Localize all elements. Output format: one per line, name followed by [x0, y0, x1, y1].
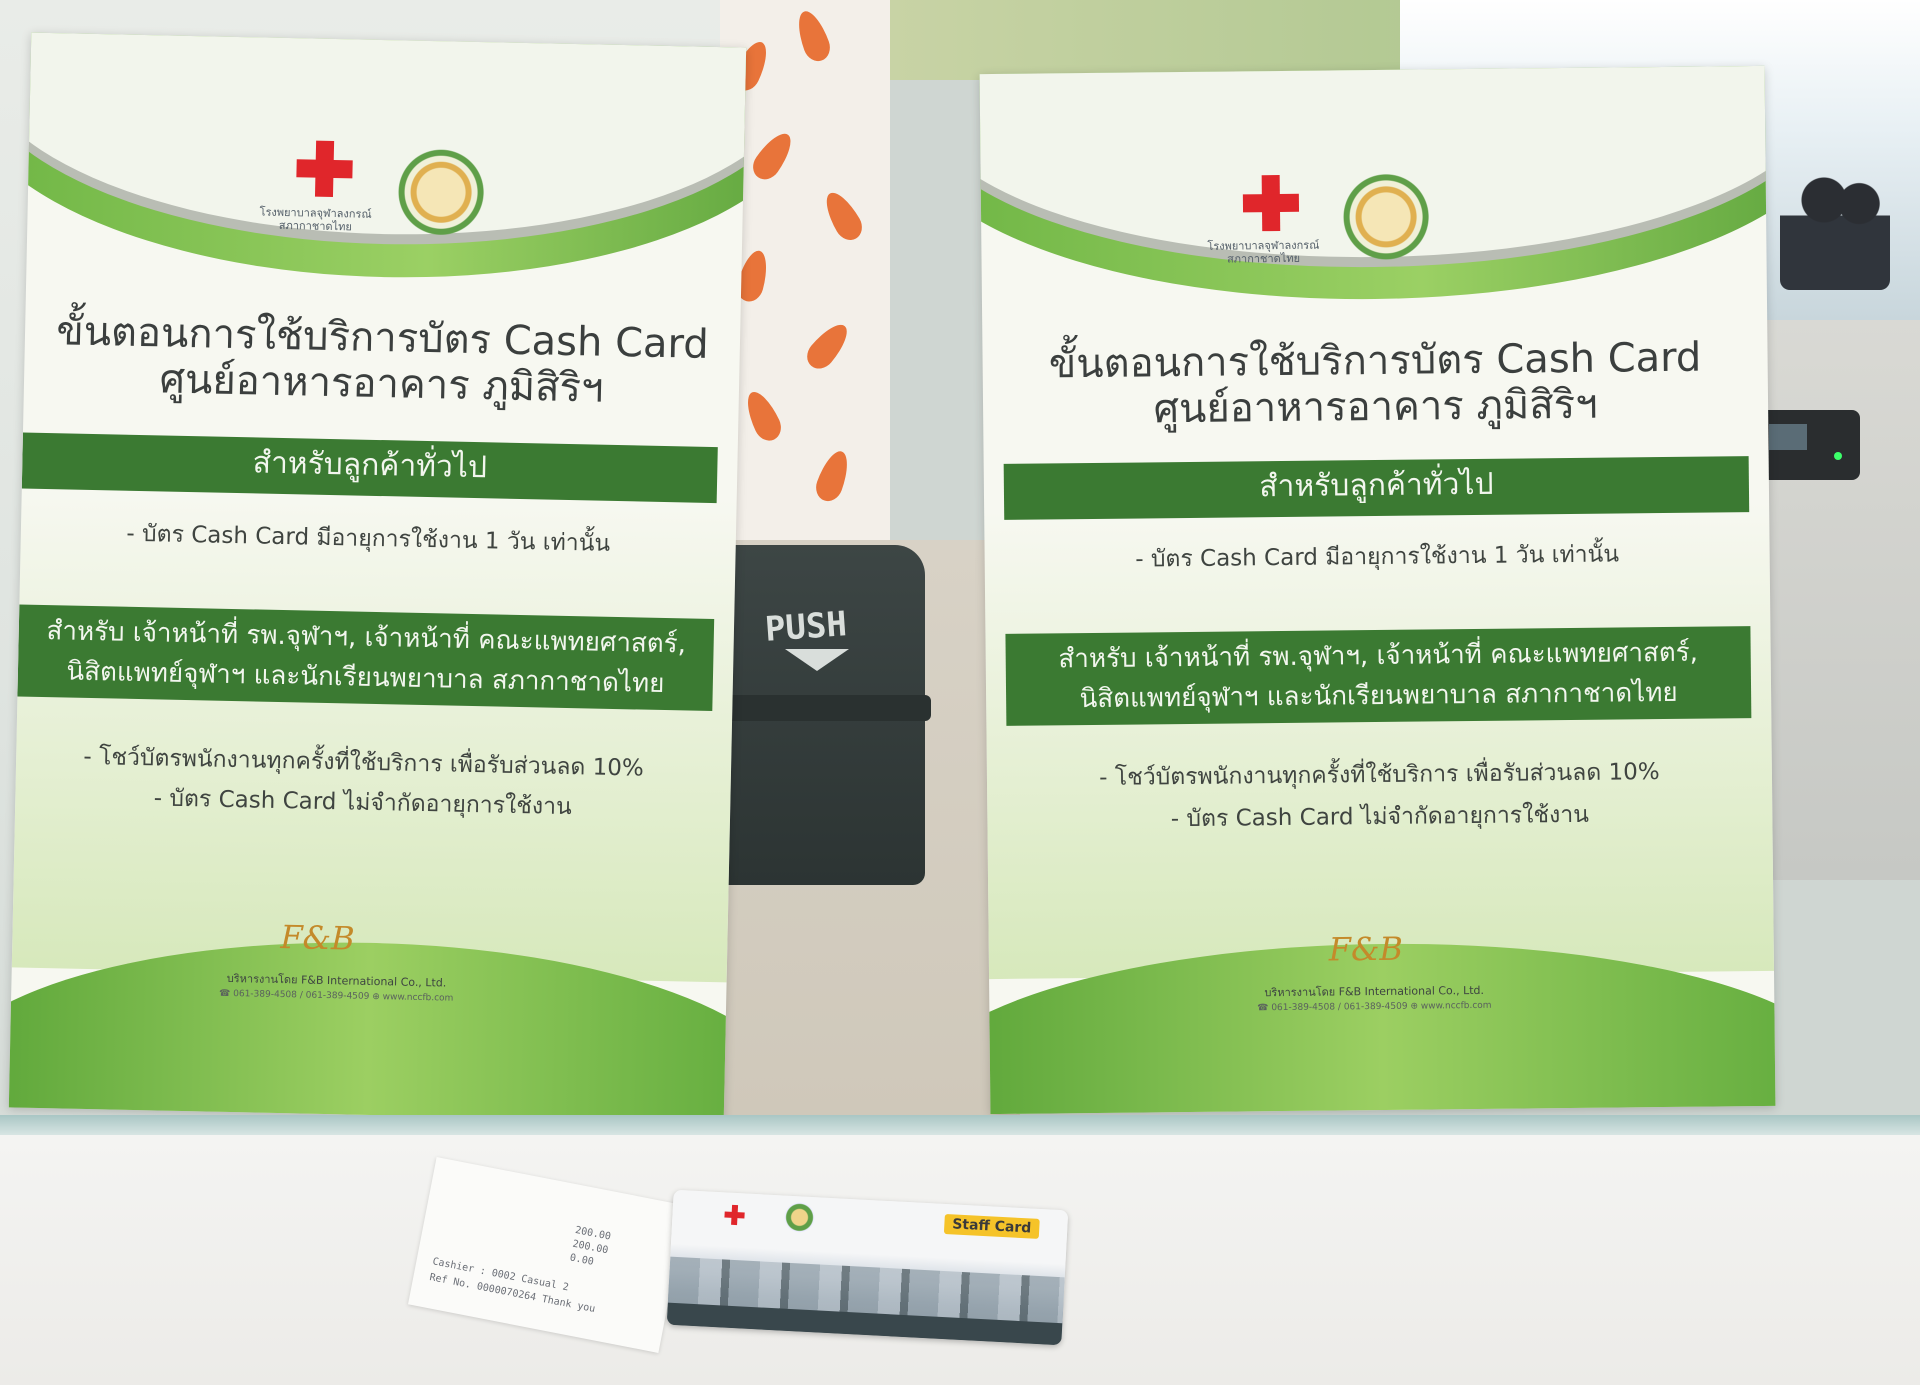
globe-icon: ⊕: [1410, 1001, 1419, 1012]
hospital-logo-caption: โรงพยาบาลจุฬาลงกรณ์ สภากาชาดไทย: [245, 205, 386, 234]
bin-push-label: PUSH: [763, 604, 849, 650]
hospital-name: โรงพยาบาลจุฬาลงกรณ์: [1207, 238, 1320, 253]
trash-bin: PUSH: [699, 545, 931, 885]
terminal-screen: [1769, 424, 1807, 450]
bin-arrow-icon: [785, 649, 849, 671]
poster-title-line1: ขั้นตอนการใช้บริการบัตร Cash Card: [1048, 334, 1702, 388]
people-silhouettes: [1780, 170, 1890, 290]
background-green-panel: [890, 0, 1410, 80]
globe-icon: ⊕: [372, 991, 380, 1003]
phone-icon: ☎: [1257, 1003, 1269, 1014]
poster-title: ขั้นตอนการใช้บริการบัตร Cash Card ศูนย์อ…: [1002, 334, 1748, 434]
company-website: www.nccfb.com: [1420, 1000, 1492, 1012]
poster-left: โรงพยาบาลจุฬาลงกรณ์ สภากาชาดไทย ขั้นตอนก…: [8, 32, 747, 1123]
staff-band-line2: นิสิตแพทย์จุฬาฯ และนักเรียนพยาบาล สภากาช…: [1079, 677, 1678, 715]
staff-band: สำหรับ เจ้าหน้าที่ รพ.จุฬาฯ, เจ้าหน้าที่…: [1005, 626, 1752, 726]
poster-title: ขั้นตอนการใช้บริการบัตร Cash Card ศูนย์อ…: [44, 308, 721, 414]
red-cross-society-name: สภากาชาดไทย: [1226, 251, 1301, 266]
hospital-logo-caption: โรงพยาบาลจุฬาลงกรณ์ สภากาชาดไทย: [1193, 238, 1333, 266]
red-cross-icon: [296, 140, 353, 197]
leaf-pattern-column: [720, 0, 890, 560]
fb-logo: F&B: [280, 918, 356, 958]
university-seal-icon: [1342, 173, 1430, 261]
staff-card-badge: Staff Card: [943, 1213, 1040, 1239]
glass-counter-edge: [0, 1115, 1920, 1137]
red-cross-icon: [1243, 175, 1300, 232]
company-phones: 061-389-4508 / 061-389-4509: [1271, 1001, 1408, 1014]
card-red-cross-icon: [724, 1204, 745, 1225]
photo-scene: PUSH โรงพยาบาลจุฬาลงกรณ์ สภากาชาดไทย ขั้…: [0, 0, 1920, 1385]
poster-right: โรงพยาบาลจุฬาลงกรณ์ สภากาชาดไทย ขั้นตอนก…: [979, 65, 1776, 1115]
staff-card: Staff Card: [666, 1189, 1069, 1346]
company-website: www.nccfb.com: [382, 992, 454, 1004]
receipt-amount-3: 0.00: [568, 1252, 595, 1268]
bin-lid: [699, 695, 931, 721]
card-seal-icon: [783, 1201, 816, 1234]
poster-title-line2: ศูนย์อาหารอาคาร ภูมิสิริฯ: [1153, 381, 1598, 433]
card-terminal: [1755, 410, 1860, 480]
terminal-led-icon: [1834, 452, 1842, 460]
phone-icon: ☎: [218, 988, 231, 1000]
staff-band: สำหรับ เจ้าหน้าที่ รพ.จุฬาฯ, เจ้าหน้าที่…: [17, 604, 715, 712]
fb-logo: F&B: [1328, 929, 1404, 969]
general-customer-band: สำหรับลูกค้าทั่วไป: [1003, 456, 1750, 520]
